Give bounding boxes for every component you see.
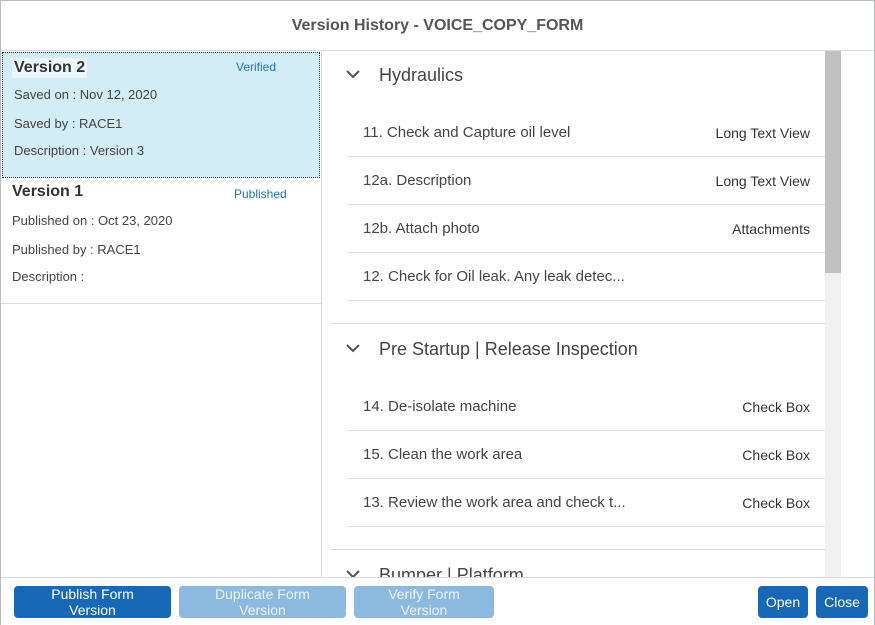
- dialog-footer: Publish Form Version Duplicate Form Vers…: [1, 577, 874, 625]
- verify-form-version-button[interactable]: Verify Form Version: [354, 586, 494, 618]
- section-divider: [331, 549, 825, 550]
- list-item[interactable]: 13. Review the work area and check t... …: [347, 479, 825, 527]
- version-history-dialog: Version History - VOICE_COPY_FORM Versio…: [0, 0, 875, 625]
- close-button[interactable]: Close: [816, 586, 868, 618]
- chevron-down-icon[interactable]: [345, 339, 375, 359]
- section-header-hydraulics[interactable]: Hydraulics: [331, 51, 825, 99]
- publish-form-version-button[interactable]: Publish Form Version: [14, 586, 171, 618]
- section-title: Hydraulics: [379, 64, 464, 85]
- chevron-down-icon[interactable]: [345, 565, 375, 577]
- item-type: Attachments: [732, 220, 810, 237]
- section-title: Pre Startup | Release Inspection: [379, 338, 638, 359]
- item-label: 12b. Attach photo: [363, 220, 480, 237]
- list-item[interactable]: 11. Check and Capture oil level Long Tex…: [347, 109, 825, 157]
- form-sections-panel: Hydraulics 11. Check and Capture oil lev…: [322, 51, 842, 577]
- version-saved-by: Saved by : RACE1: [14, 116, 123, 131]
- list-item[interactable]: 12. Check for Oil leak. Any leak detec..…: [347, 253, 825, 301]
- item-label: 14. De-isolate machine: [363, 398, 517, 415]
- version-description: Description : Version 3: [14, 143, 145, 158]
- duplicate-form-version-button[interactable]: Duplicate Form Version: [179, 586, 346, 618]
- version-card-2[interactable]: Version 2 Verified Saved on : Nov 12, 20…: [2, 52, 320, 178]
- version-card-1[interactable]: Version 1 Published Published on : Oct 2…: [1, 178, 321, 304]
- item-label: 12. Check for Oil leak. Any leak detec..…: [363, 268, 625, 285]
- item-label: 11. Check and Capture oil level: [363, 124, 571, 141]
- section-divider: [331, 323, 825, 324]
- version-name: Version 1: [12, 183, 84, 200]
- dialog-title: Version History - VOICE_COPY_FORM: [291, 16, 584, 34]
- version-saved-on: Saved on : Nov 12, 2020: [14, 87, 158, 102]
- version-published-on: Published on : Oct 23, 2020: [12, 213, 173, 228]
- item-label: 12a. Description: [363, 172, 472, 189]
- list-item[interactable]: 12b. Attach photo Attachments: [347, 205, 825, 253]
- section-header-pre-startup[interactable]: Pre Startup | Release Inspection: [331, 325, 825, 373]
- list-item[interactable]: 15. Clean the work area Check Box: [347, 431, 825, 479]
- version-description: Description :: [12, 269, 85, 284]
- item-type: Long Text View: [715, 172, 810, 189]
- item-label: 13. Review the work area and check t...: [363, 494, 626, 511]
- chevron-down-icon[interactable]: [345, 65, 375, 85]
- list-item[interactable]: 14. De-isolate machine Check Box: [347, 383, 825, 431]
- version-published-by: Published by : RACE1: [12, 242, 141, 257]
- section-title: Bumper | Platform: [379, 564, 524, 578]
- version-status-badge: Verified: [236, 60, 277, 74]
- section-header-bumper[interactable]: Bumper | Platform: [331, 551, 825, 577]
- dialog-header: Version History - VOICE_COPY_FORM: [1, 1, 874, 51]
- item-label: 15. Clean the work area: [363, 446, 523, 463]
- item-type: Check Box: [742, 446, 810, 463]
- item-type: Check Box: [742, 494, 810, 511]
- item-type: Check Box: [742, 398, 810, 415]
- version-name: Version 2: [12, 58, 88, 78]
- scrollbar-thumb[interactable]: [825, 51, 841, 273]
- list-item[interactable]: 12a. Description Long Text View: [347, 157, 825, 205]
- version-list: Version 2 Verified Saved on : Nov 12, 20…: [1, 51, 322, 577]
- open-button[interactable]: Open: [758, 586, 808, 618]
- item-type: Long Text View: [715, 124, 810, 141]
- version-status-badge: Published: [234, 187, 287, 201]
